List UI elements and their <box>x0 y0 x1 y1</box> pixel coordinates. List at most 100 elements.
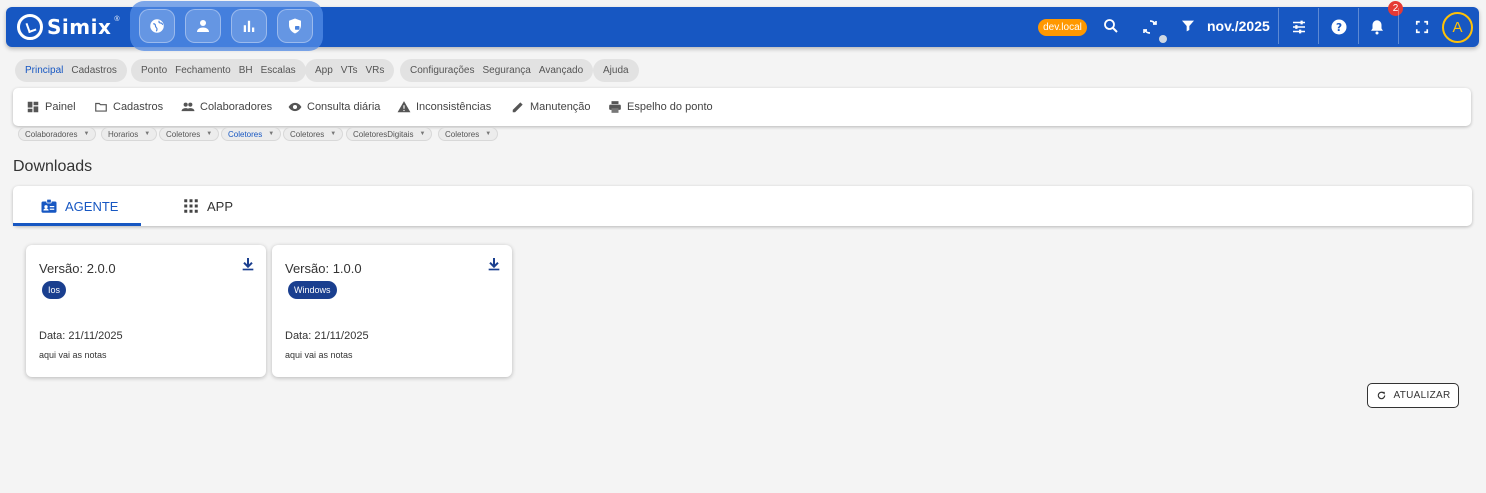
open-tab-coletores[interactable]: Coletores ▼ <box>283 127 344 141</box>
help-icon[interactable]: ? <box>1326 14 1352 40</box>
menu-cadastros[interactable]: Cadastros <box>94 97 163 117</box>
chevron-down-icon[interactable]: ▼ <box>485 131 491 137</box>
tab-label: APP <box>207 198 234 214</box>
open-tab-label: ColetoresDigitais <box>353 129 414 139</box>
refresh-icon <box>1377 391 1385 400</box>
badge-icon <box>41 198 57 213</box>
open-tab-label: Coletores <box>166 129 201 139</box>
chip-item-vts[interactable]: VTs <box>341 65 358 76</box>
registered-mark: ® <box>114 16 120 23</box>
open-tab-label: Colaboradores <box>25 129 78 139</box>
chevron-down-icon[interactable]: ▼ <box>83 131 89 137</box>
globe-icon[interactable] <box>139 9 175 43</box>
open-tab-label: Horarios <box>108 129 139 139</box>
chart-icon[interactable] <box>231 9 267 43</box>
toolbar-divider <box>1318 8 1319 44</box>
chip-item-avancado[interactable]: Avançado <box>539 65 583 76</box>
chip-app: App VTs VRs <box>305 59 395 82</box>
chevron-down-icon[interactable]: ▼ <box>419 131 425 137</box>
fullscreen-icon[interactable] <box>1409 14 1435 40</box>
download-card: Versão: 2.0.0 Ios Data: 21/11/2025 aqui … <box>26 245 266 377</box>
download-icon[interactable] <box>240 256 256 272</box>
chip-item-seguranca[interactable]: Segurança <box>482 65 530 76</box>
environment-badge: dev.local <box>1038 19 1087 36</box>
chip-item-configuracoes[interactable]: Configurações <box>410 65 474 76</box>
svg-text:?: ? <box>1336 22 1342 34</box>
chip-ajuda: Ajuda <box>593 59 639 82</box>
pencil-icon <box>512 102 523 113</box>
clock-check-icon <box>17 14 43 40</box>
search-icon[interactable] <box>1098 13 1124 39</box>
printer-icon <box>609 101 621 113</box>
release-notes: aqui vai as notas <box>39 350 107 360</box>
people-icon <box>181 102 195 112</box>
active-tab-indicator <box>13 223 141 226</box>
apps-grid-icon <box>184 199 198 213</box>
chevron-down-icon[interactable]: ▼ <box>144 131 150 137</box>
sync-status-dot <box>1159 35 1167 43</box>
chevron-down-icon[interactable]: ▼ <box>268 131 274 137</box>
simix-logo[interactable]: Simix ® <box>17 13 120 41</box>
platform-tag: Ios <box>42 281 67 299</box>
user-avatar[interactable]: A <box>1442 12 1473 43</box>
bell-icon[interactable] <box>1364 14 1390 40</box>
download-card: Versão: 1.0.0 Windows Data: 21/11/2025 a… <box>272 245 512 377</box>
chip-configuracoes: Configurações Segurança Avançado <box>400 59 594 82</box>
page-title: Downloads <box>13 158 93 175</box>
tab-label: AGENTE <box>65 198 119 214</box>
toolbar-divider <box>1278 8 1279 44</box>
version-label: Versão: 1.0.0 <box>285 261 362 276</box>
chevron-down-icon[interactable]: ▼ <box>206 131 212 137</box>
chip-principal: Principal Cadastros <box>15 59 127 82</box>
chip-item-vrs[interactable]: VRs <box>365 65 384 76</box>
menu-painel[interactable]: Painel <box>26 97 76 117</box>
toolbar-divider <box>1398 8 1399 44</box>
release-date: Data: 21/11/2025 <box>39 330 123 342</box>
open-tab-coletores-active[interactable]: Coletores ▼ <box>221 127 282 141</box>
open-tab-coletores-digitais[interactable]: ColetoresDigitais ▼ <box>346 127 433 141</box>
chip-item-ajuda[interactable]: Ajuda <box>603 65 629 76</box>
eye-icon <box>288 102 302 112</box>
tab-app[interactable]: APP <box>182 186 233 226</box>
period-filter[interactable]: nov./2025 <box>1180 15 1270 37</box>
open-tab-label: Coletores <box>290 129 325 139</box>
menu-manutencao[interactable]: Manutenção <box>511 97 591 117</box>
filter-icon <box>1182 20 1194 32</box>
menu-label: Espelho do ponto <box>627 101 713 113</box>
main-menu: Painel Cadastros Colaboradores Consulta … <box>13 88 1471 126</box>
download-icon[interactable] <box>486 256 502 272</box>
open-tab-colaboradores[interactable]: Colaboradores ▼ <box>18 127 97 141</box>
chip-item-ponto[interactable]: Ponto <box>141 65 167 76</box>
chip-item-bh[interactable]: BH <box>239 65 253 76</box>
platform-tag: Windows <box>288 281 337 299</box>
chip-item-app[interactable]: App <box>315 65 333 76</box>
menu-inconsistencias[interactable]: Inconsistências <box>397 97 491 117</box>
chip-item-principal[interactable]: Principal <box>25 65 63 76</box>
open-tab-label: Coletores <box>445 129 480 139</box>
menu-colaboradores[interactable]: Colaboradores <box>181 97 272 117</box>
chip-item-escalas[interactable]: Escalas <box>261 65 296 76</box>
module-switcher <box>130 1 323 51</box>
refresh-label: ATUALIZAR <box>1393 390 1451 401</box>
person-icon[interactable] <box>185 9 221 43</box>
tab-agente[interactable]: AGENTE <box>40 186 118 226</box>
toolbar-divider <box>1358 8 1359 44</box>
menu-label: Consulta diária <box>307 101 381 113</box>
sliders-icon[interactable] <box>1286 14 1312 40</box>
release-notes: aqui vai as notas <box>285 350 353 360</box>
menu-label: Colaboradores <box>200 101 273 113</box>
chip-item-fechamento[interactable]: Fechamento <box>175 65 231 76</box>
menu-espelho-do-ponto[interactable]: Espelho do ponto <box>608 97 713 117</box>
menu-consulta-diaria[interactable]: Consulta diária <box>288 97 380 117</box>
chip-ponto: Ponto Fechamento BH Escalas <box>131 59 306 82</box>
shield-lock-icon[interactable] <box>277 9 313 43</box>
open-tab-horarios[interactable]: Horarios ▼ <box>101 127 158 141</box>
dashboard-icon <box>27 101 39 113</box>
refresh-button[interactable]: ATUALIZAR <box>1367 383 1459 408</box>
notification-count-badge: 2 <box>1388 1 1403 16</box>
open-tab-coletores[interactable]: Coletores ▼ <box>438 127 499 141</box>
open-tab-coletores[interactable]: Coletores ▼ <box>159 127 220 141</box>
chip-item-cadastros[interactable]: Cadastros <box>71 65 117 76</box>
chevron-down-icon[interactable]: ▼ <box>330 131 336 137</box>
warning-icon <box>397 101 411 113</box>
